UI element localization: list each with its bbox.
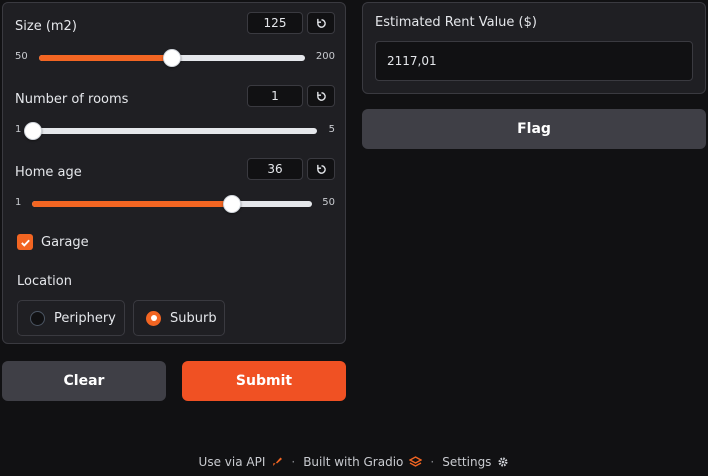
size-slider[interactable]: 50 200 — [15, 49, 335, 67]
rooms-track[interactable] — [24, 122, 317, 140]
rooms-label: Number of rooms — [15, 92, 129, 107]
size-reset-button[interactable] — [307, 12, 335, 34]
garage-label: Garage — [41, 234, 89, 250]
radio-selected-dot — [150, 315, 157, 321]
garage-checkbox-row[interactable]: Garage — [17, 234, 89, 250]
gear-icon — [497, 456, 509, 468]
flag-button[interactable]: Flag — [362, 109, 706, 149]
clear-button[interactable]: Clear — [2, 361, 166, 401]
size-slider-thumb[interactable] — [163, 49, 181, 67]
radio-label-periphery: Periphery — [54, 310, 116, 326]
settings-link[interactable]: Settings — [442, 455, 509, 469]
age-track[interactable] — [32, 195, 312, 213]
submit-button[interactable]: Submit — [182, 361, 346, 401]
age-max-label: 50 — [322, 197, 335, 208]
built-with-gradio-link[interactable]: Built with Gradio — [303, 455, 423, 469]
size-max-label: 200 — [315, 51, 335, 62]
radio-button-periphery[interactable] — [30, 310, 45, 326]
use-via-api-link[interactable]: Use via API — [199, 455, 284, 469]
reset-icon — [316, 164, 326, 174]
size-track-fill — [39, 55, 172, 61]
footer-separator: · — [430, 455, 435, 469]
rocket-icon — [271, 456, 283, 468]
rooms-number-input[interactable]: 1 — [247, 85, 303, 107]
age-label: Home age — [15, 165, 82, 180]
rooms-slider-thumb[interactable] — [24, 122, 42, 140]
built-with-gradio-label: Built with Gradio — [303, 455, 404, 469]
age-slider-thumb[interactable] — [222, 195, 241, 213]
output-panel: Estimated Rent Value ($) 2117,01 — [362, 2, 706, 94]
rooms-max-label: 5 — [328, 124, 335, 135]
settings-label: Settings — [442, 455, 492, 469]
rooms-slider[interactable]: 1 5 — [15, 122, 335, 140]
rent-value-label: Estimated Rent Value ($) — [375, 15, 537, 30]
age-min-label: 1 — [15, 197, 22, 208]
radio-option-periphery[interactable]: Periphery — [17, 300, 125, 336]
input-panel: Size (m2) 125 50 200 Number of rooms 1 1 — [2, 2, 346, 344]
rooms-min-label: 1 — [15, 124, 22, 135]
footer: Use via API · Built with Gradio · Settin… — [0, 455, 708, 469]
checkmark-icon — [20, 239, 30, 247]
size-track[interactable] — [39, 49, 305, 67]
age-track-fill — [32, 201, 232, 207]
use-via-api-label: Use via API — [198, 455, 266, 469]
footer-separator: · — [291, 455, 296, 469]
garage-checkbox[interactable] — [17, 234, 33, 250]
size-min-label: 50 — [15, 51, 28, 62]
radio-label-suburb: Suburb — [170, 310, 217, 326]
location-label: Location — [17, 274, 72, 289]
size-number-input[interactable]: 125 — [247, 12, 303, 34]
age-slider[interactable]: 1 50 — [15, 195, 335, 213]
rent-value-output[interactable]: 2117,01 — [375, 41, 693, 81]
age-reset-button[interactable] — [307, 158, 335, 180]
size-label: Size (m2) — [15, 19, 77, 34]
age-number-input[interactable]: 36 — [247, 158, 303, 180]
radio-option-suburb[interactable]: Suburb — [133, 300, 225, 336]
rooms-reset-button[interactable] — [307, 85, 335, 107]
radio-button-suburb[interactable] — [146, 310, 161, 326]
gradio-logo-icon — [409, 456, 423, 468]
reset-icon — [316, 18, 326, 28]
reset-icon — [316, 91, 326, 101]
